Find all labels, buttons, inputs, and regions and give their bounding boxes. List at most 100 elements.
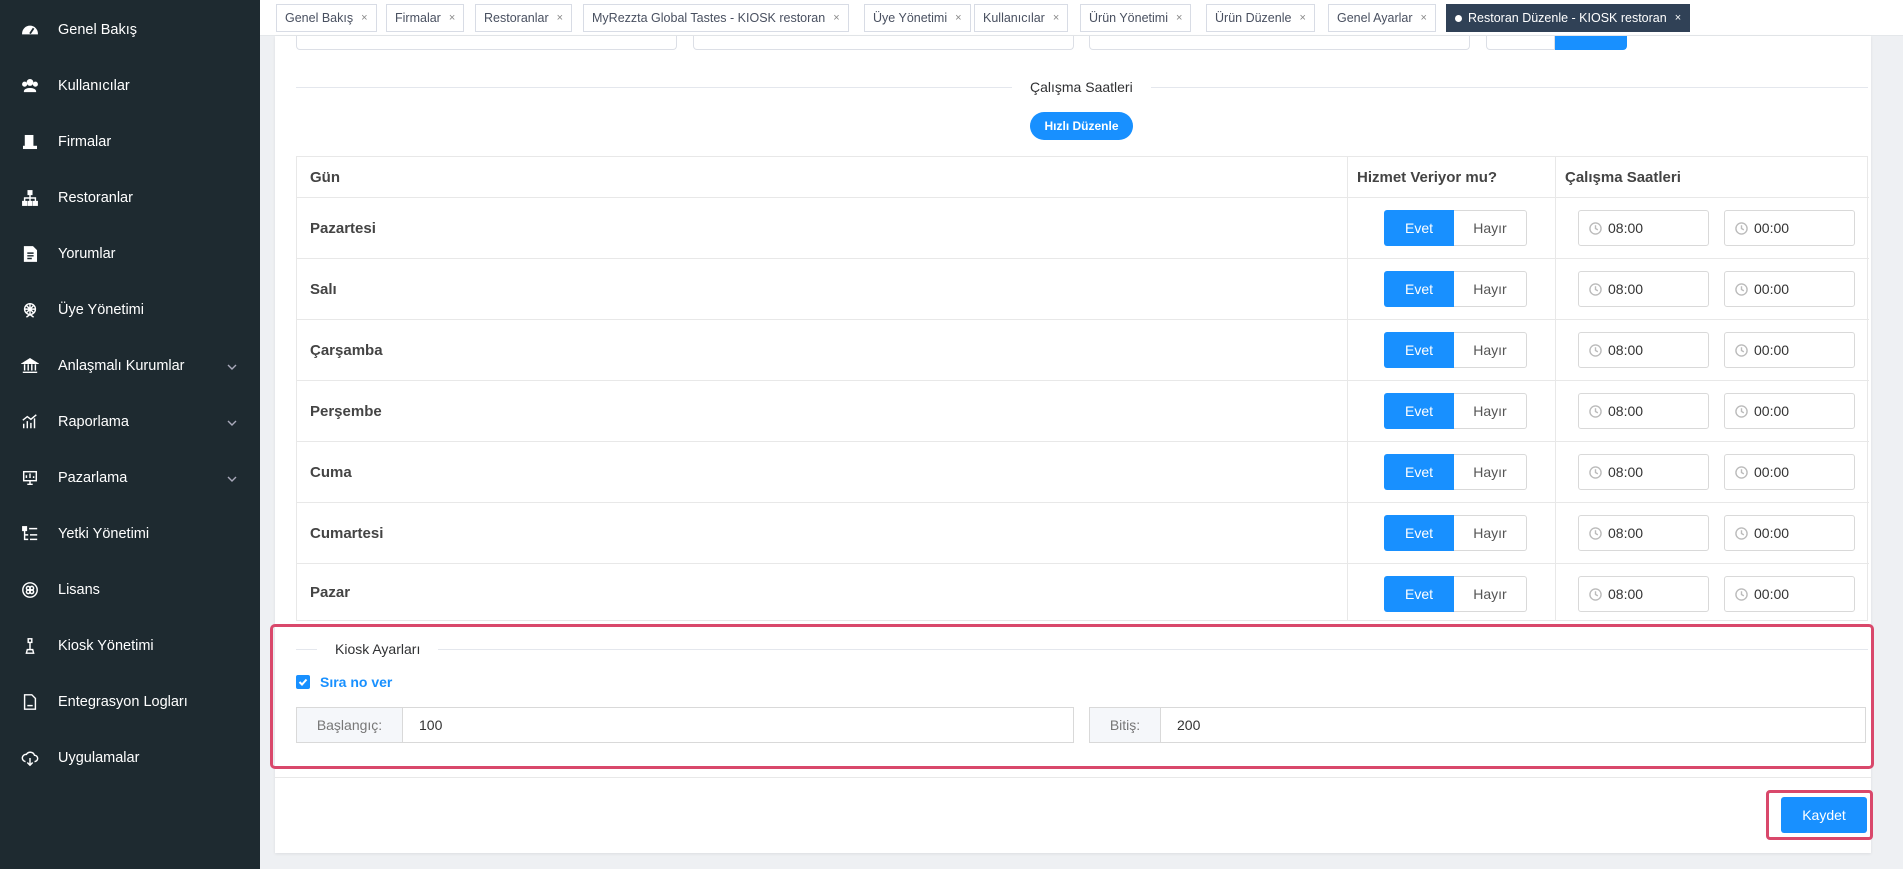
open-time-picker[interactable]: 08:00 — [1578, 515, 1709, 551]
end-input[interactable]: Bitiş: 200 — [1089, 707, 1866, 743]
start-input[interactable]: Başlangıç: 100 — [296, 707, 1074, 743]
close-icon[interactable]: × — [833, 12, 839, 24]
scrolled-input[interactable] — [1089, 36, 1470, 50]
open-time-picker[interactable]: 08:00 — [1578, 210, 1709, 246]
save-button[interactable]: Kaydet — [1781, 797, 1867, 833]
tab-restoran-duzenle[interactable]: Restoran Düzenle - KIOSK restoran × — [1446, 4, 1691, 32]
no-button[interactable]: Hayır — [1454, 210, 1527, 246]
table-row: Perşembe Evet Hayır 08:00 00:00 — [297, 381, 1869, 442]
close-time-picker[interactable]: 00:00 — [1724, 576, 1855, 612]
tab-restoranlar[interactable]: Restoranlar × — [475, 4, 573, 32]
no-button[interactable]: Hayır — [1454, 576, 1527, 612]
tab-urun-yonetimi[interactable]: Ürün Yönetimi × — [1080, 4, 1192, 32]
kiosk-settings-highlight — [270, 624, 1874, 769]
sidebar-item-label: Kiosk Yönetimi — [58, 638, 154, 654]
queue-number-checkbox[interactable] — [296, 675, 310, 689]
close-icon[interactable]: × — [1675, 12, 1681, 24]
sidebar-item-yetki-yonetimi[interactable]: Yetki Yönetimi — [0, 506, 260, 562]
tab-genel-ayarlar[interactable]: Genel Ayarlar × — [1328, 4, 1436, 32]
serving-toggle: Evet Hayır — [1384, 576, 1527, 612]
open-time-picker[interactable]: 08:00 — [1578, 393, 1709, 429]
close-time-picker[interactable]: 00:00 — [1724, 515, 1855, 551]
bank-icon — [20, 356, 40, 376]
open-time-picker[interactable]: 08:00 — [1578, 454, 1709, 490]
scrolled-input[interactable] — [296, 36, 677, 50]
no-button[interactable]: Hayır — [1454, 271, 1527, 307]
tab-label: Restoran Düzenle - KIOSK restoran — [1468, 11, 1667, 25]
tab-genel-bakis[interactable]: Genel Bakış × — [276, 4, 377, 32]
time-value: 00:00 — [1754, 281, 1790, 297]
clock-icon — [1589, 343, 1602, 357]
close-icon[interactable]: × — [1053, 12, 1059, 24]
time-value: 08:00 — [1608, 525, 1644, 541]
sidebar-item-kullanicilar[interactable]: Kullanıcılar — [0, 58, 260, 114]
yes-button[interactable]: Evet — [1384, 393, 1454, 429]
open-time-picker[interactable]: 08:00 — [1578, 576, 1709, 612]
sidebar-item-pazarlama[interactable]: Pazarlama — [0, 450, 260, 506]
close-time-picker[interactable]: 00:00 — [1724, 210, 1855, 246]
presentation-icon — [20, 468, 40, 488]
close-time-picker[interactable]: 00:00 — [1724, 454, 1855, 490]
time-value: 00:00 — [1754, 586, 1790, 602]
no-button[interactable]: Hayır — [1454, 393, 1527, 429]
yes-button[interactable]: Evet — [1384, 454, 1454, 490]
close-icon[interactable]: × — [1176, 12, 1182, 24]
scrolled-button[interactable] — [1555, 36, 1627, 50]
tab-firmalar[interactable]: Firmalar × — [386, 4, 465, 32]
wheel-icon — [20, 300, 40, 320]
close-icon[interactable]: × — [1299, 12, 1305, 24]
sidebar-item-lisans[interactable]: Lisans — [0, 562, 260, 618]
close-icon[interactable]: × — [955, 12, 961, 24]
time-value: 08:00 — [1608, 281, 1644, 297]
close-time-picker[interactable]: 00:00 — [1724, 393, 1855, 429]
sidebar-item-uygulamalar[interactable]: Uygulamalar — [0, 730, 260, 786]
open-time-picker[interactable]: 08:00 — [1578, 271, 1709, 307]
queue-number-label[interactable]: Sıra no ver — [320, 674, 392, 690]
clock-icon — [1589, 404, 1602, 418]
table-row: Cuma Evet Hayır 08:00 00:00 — [297, 442, 1869, 503]
close-icon[interactable]: × — [361, 12, 367, 24]
tab-bar: Genel Bakış × Firmalar × Restoranlar × MyRe… — [260, 0, 1903, 36]
tab-kullanicilar[interactable]: Kullanıcılar × — [974, 4, 1069, 32]
sitemap-icon — [20, 188, 40, 208]
close-icon[interactable]: × — [449, 12, 455, 24]
tab-uye-yonetimi[interactable]: Üye Yönetimi × — [864, 4, 971, 32]
clock-icon — [1735, 404, 1748, 418]
scrolled-button[interactable] — [1486, 36, 1555, 50]
sidebar-item-raporlama[interactable]: Raporlama — [0, 394, 260, 450]
close-time-picker[interactable]: 00:00 — [1724, 332, 1855, 368]
sidebar-item-label: Firmalar — [58, 134, 112, 150]
tab-urun-duzenle[interactable]: Ürün Düzenle × — [1206, 4, 1315, 32]
open-time-picker[interactable]: 08:00 — [1578, 332, 1709, 368]
sidebar-item-kiosk-yonetimi[interactable]: Kiosk Yönetimi — [0, 618, 260, 674]
quick-edit-button[interactable]: Hızlı Düzenle — [1030, 112, 1133, 140]
day-name: Pazartesi — [310, 219, 376, 237]
sidebar-item-restoranlar[interactable]: Restoranlar — [0, 170, 260, 226]
yes-button[interactable]: Evet — [1384, 271, 1454, 307]
sidebar-item-entegrasyon-loglari[interactable]: Entegrasyon Logları — [0, 674, 260, 730]
no-button[interactable]: Hayır — [1454, 515, 1527, 551]
sidebar-item-uye-yonetimi[interactable]: Üye Yönetimi — [0, 282, 260, 338]
close-icon[interactable]: × — [1421, 12, 1427, 24]
building-icon — [20, 132, 40, 152]
yes-button[interactable]: Evet — [1384, 576, 1454, 612]
yes-button[interactable]: Evet — [1384, 332, 1454, 368]
tab-myrezzta-global-tastes[interactable]: MyRezzta Global Tastes - KIOSK restoran × — [583, 4, 849, 32]
sidebar-item-genel-bakis[interactable]: Genel Bakış — [0, 2, 260, 58]
scrolled-input[interactable] — [693, 36, 1074, 50]
clock-icon — [1589, 221, 1602, 235]
sidebar-item-yorumlar[interactable]: Yorumlar — [0, 226, 260, 282]
yes-button[interactable]: Evet — [1384, 515, 1454, 551]
sidebar-item-firmalar[interactable]: Firmalar — [0, 114, 260, 170]
log-file-icon — [20, 692, 40, 712]
close-icon[interactable]: × — [557, 12, 563, 24]
close-time-picker[interactable]: 00:00 — [1724, 271, 1855, 307]
no-button[interactable]: Hayır — [1454, 332, 1527, 368]
sidebar-item-label: Genel Bakış — [58, 22, 137, 38]
sidebar: Genel Bakış Kullanıcılar Firmalar Restor… — [0, 0, 260, 869]
sidebar-item-anlasmali-kurumlar[interactable]: Anlaşmalı Kurumlar — [0, 338, 260, 394]
yes-button[interactable]: Evet — [1384, 210, 1454, 246]
day-name: Pazar — [310, 584, 351, 601]
no-button[interactable]: Hayır — [1454, 454, 1527, 490]
table-row: Cumartesi Evet Hayır 08:00 00:00 — [297, 503, 1869, 564]
